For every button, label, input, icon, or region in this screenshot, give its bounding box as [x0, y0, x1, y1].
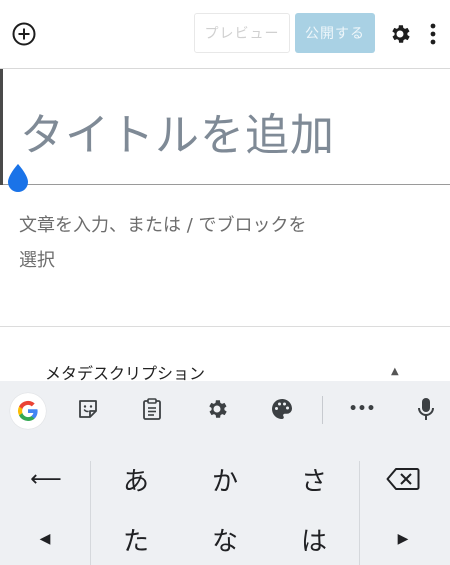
add-block-button[interactable] — [9, 19, 39, 49]
meta-description-toggle[interactable]: ▲ — [391, 366, 399, 377]
key-ka[interactable]: か — [195, 457, 255, 501]
keyboard-settings-button[interactable] — [202, 394, 232, 424]
google-logo-icon — [18, 400, 38, 422]
sticker-icon — [79, 400, 97, 418]
palette-icon — [272, 399, 292, 419]
paragraph-placeholder[interactable]: 文章を入力、または / でブロックを選択 — [19, 208, 319, 278]
key-separator — [90, 461, 91, 565]
key-ta[interactable]: た — [106, 517, 166, 561]
text-caret — [0, 69, 3, 185]
key-na[interactable]: な — [195, 517, 255, 561]
selection-handle-icon[interactable] — [6, 163, 30, 193]
backspace-icon — [386, 468, 420, 490]
key-sa[interactable]: さ — [284, 457, 344, 501]
flick-keyboard: ⟵ あ か さ ◀ た な は ▶ — [0, 439, 450, 565]
publish-button[interactable]: 公開する — [295, 13, 375, 53]
key-separator — [359, 461, 360, 565]
vertical-ellipsis-icon — [430, 23, 436, 45]
editor-toolbar: プレビュー 公開する — [0, 0, 450, 69]
voice-input-button[interactable] — [411, 394, 441, 424]
clipboard-icon — [143, 398, 161, 420]
title-block[interactable]: タイトルを追加 — [0, 69, 450, 185]
theme-button[interactable] — [267, 394, 297, 424]
plus-circle-icon — [12, 22, 36, 46]
suggestion-separator — [322, 396, 323, 424]
title-input[interactable]: タイトルを追加 — [20, 99, 335, 163]
keyboard-suggestion-bar: ••• — [0, 381, 450, 439]
cursor-left-key[interactable]: ◀ — [30, 519, 60, 559]
clipboard-button[interactable] — [137, 394, 167, 424]
undo-key[interactable]: ⟵ — [20, 459, 72, 499]
google-logo-button[interactable] — [10, 393, 46, 429]
key-a[interactable]: あ — [106, 457, 166, 501]
more-options-button[interactable] — [423, 19, 443, 49]
microphone-icon — [418, 398, 434, 420]
gear-icon — [209, 400, 227, 418]
backspace-key[interactable] — [375, 459, 431, 499]
preview-button[interactable]: プレビュー — [194, 13, 290, 53]
settings-button[interactable] — [385, 19, 415, 49]
gear-icon — [392, 25, 410, 43]
key-ha[interactable]: は — [284, 517, 344, 561]
cursor-right-key[interactable]: ▶ — [388, 519, 418, 559]
sticker-button[interactable] — [73, 394, 103, 424]
more-horizontal-icon[interactable]: ••• — [347, 394, 377, 424]
section-divider — [0, 326, 450, 327]
